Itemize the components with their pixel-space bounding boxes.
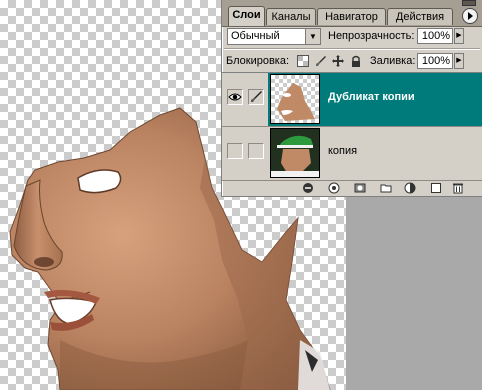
layer-row-duplicate[interactable]: Дубликат копии — [222, 73, 482, 127]
fill-field[interactable]: 100% — [417, 53, 453, 69]
layer-main[interactable]: копия — [268, 127, 482, 180]
layer-row-copy[interactable]: копия — [222, 127, 482, 181]
tab-actions[interactable]: Действия — [387, 8, 453, 25]
visibility-toggle[interactable] — [227, 89, 243, 105]
blend-mode-select[interactable]: Обычный ▼ — [227, 28, 321, 45]
layer-thumbnail-image — [271, 129, 319, 177]
adjustment-layer-icon[interactable] — [404, 182, 416, 194]
link-layers-icon[interactable] — [302, 182, 314, 194]
lock-fill-row: Блокировка: Заливка: 100% ▶ — [222, 50, 482, 72]
layers-palette: Слои Каналы Навигатор Действия Обычный ▼… — [221, 0, 482, 197]
lock-transparency-icon[interactable] — [297, 55, 309, 67]
palette-footer — [222, 181, 482, 196]
brush-icon — [251, 91, 262, 102]
layer-main[interactable]: Дубликат копии — [268, 73, 482, 126]
fill-label: Заливка: — [370, 55, 416, 67]
lock-label: Блокировка: — [226, 55, 290, 67]
layer-style-icon[interactable] — [328, 182, 340, 194]
layer-thumbnail — [270, 74, 320, 124]
lock-all-icon[interactable] — [350, 55, 362, 67]
layer-thumbnail — [270, 128, 320, 178]
opacity-field[interactable]: 100% — [417, 28, 453, 44]
layer-name[interactable]: Дубликат копии — [328, 91, 415, 103]
trash-icon[interactable] — [452, 182, 464, 194]
new-layer-icon[interactable] — [430, 182, 442, 194]
visibility-toggle[interactable] — [227, 143, 243, 159]
palette-tab-bar: Слои Каналы Навигатор Действия — [222, 0, 482, 27]
eye-icon — [228, 93, 242, 101]
blend-opacity-row: Обычный ▼ Непрозрачность: 100% ▶ — [222, 27, 482, 49]
layer-mask-icon[interactable] — [354, 182, 366, 194]
tab-navigator[interactable]: Навигатор — [317, 8, 386, 25]
opacity-label: Непрозрачность: — [328, 30, 415, 42]
layers-list: Дубликат копии копия — [222, 72, 482, 181]
new-group-icon[interactable] — [380, 182, 392, 194]
lock-move-icon[interactable] — [332, 55, 344, 67]
tab-layers[interactable]: Слои — [228, 6, 265, 26]
blend-mode-value: Обычный — [231, 30, 280, 42]
palette-menu-button[interactable] — [462, 8, 478, 24]
opacity-slider-button[interactable]: ▶ — [454, 28, 464, 44]
lock-brush-icon[interactable] — [315, 55, 327, 67]
fill-slider-button[interactable]: ▶ — [454, 53, 464, 69]
layer-name[interactable]: копия — [328, 145, 357, 157]
menu-arrow-icon — [468, 12, 473, 20]
chevron-down-icon: ▼ — [305, 29, 320, 44]
palette-close-button[interactable] — [462, 0, 476, 6]
tab-channels[interactable]: Каналы — [266, 8, 316, 25]
layer-link-toggle[interactable] — [248, 143, 264, 159]
layer-link-toggle[interactable] — [248, 89, 264, 105]
layer-thumbnail-image — [277, 83, 315, 121]
